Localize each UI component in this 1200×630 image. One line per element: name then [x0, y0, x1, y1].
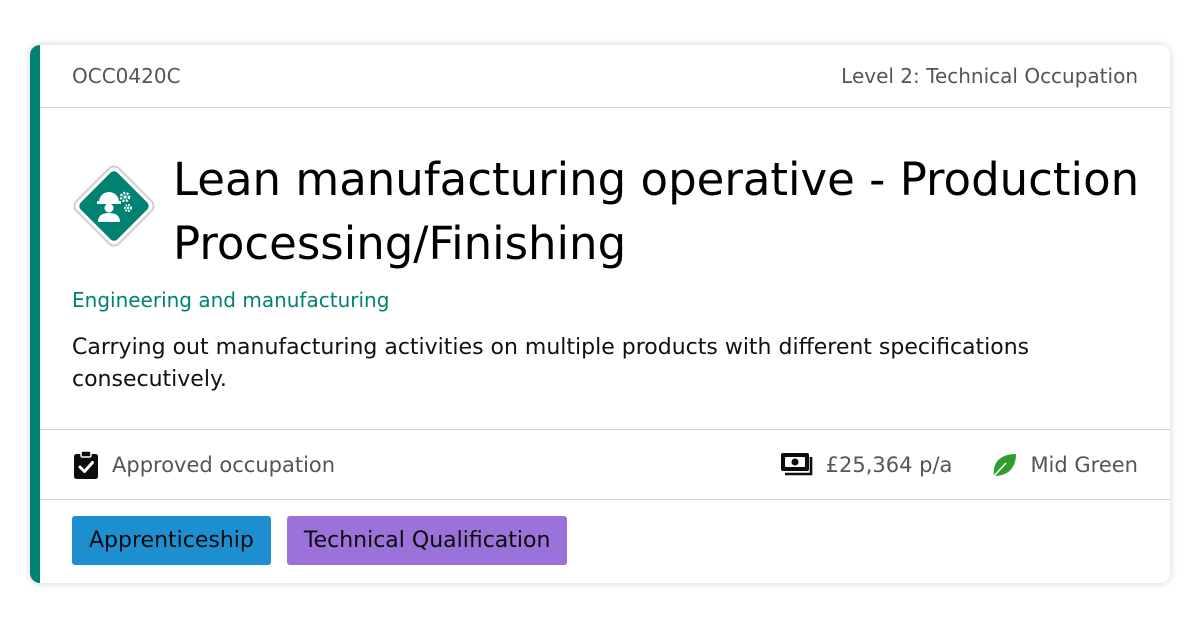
green-rating-item: Mid Green [990, 451, 1138, 479]
occupation-title[interactable]: Lean manufacturing operative - Productio… [173, 148, 1153, 276]
tag-apprenticeship[interactable]: Apprenticeship [72, 516, 271, 565]
occupation-code: OCC0420C [72, 64, 181, 88]
green-rating-label: Mid Green [1030, 452, 1138, 477]
salary-item: £25,364 p/a [780, 452, 953, 478]
clipboard-check-icon [74, 449, 98, 479]
card-main: Lean manufacturing operative - Productio… [40, 108, 1170, 430]
status-item: Approved occupation [72, 449, 336, 480]
occupation-card: OCC0420C Level 2: Technical Occupation L… [30, 45, 1170, 583]
salary-label: £25,364 p/a [825, 452, 953, 477]
tags-row: Apprenticeship Technical Qualification [40, 500, 1170, 565]
card-header: OCC0420C Level 2: Technical Occupation [40, 45, 1170, 108]
status-label: Approved occupation [112, 452, 336, 477]
card-meta: Approved occupation £25,364 p/a Mid Gree… [40, 430, 1170, 500]
leaf-icon [993, 453, 1017, 477]
meta-right: £25,364 p/a Mid Green [780, 451, 1138, 479]
tag-technical-qualification[interactable]: Technical Qualification [286, 516, 568, 565]
money-icon [780, 452, 812, 475]
occupation-category[interactable]: Engineering and manufacturing [72, 288, 389, 312]
engineer-gears-icon [66, 158, 162, 258]
occupation-description: Carrying out manufacturing activities on… [72, 335, 1030, 392]
occupation-level: Level 2: Technical Occupation [841, 64, 1138, 88]
